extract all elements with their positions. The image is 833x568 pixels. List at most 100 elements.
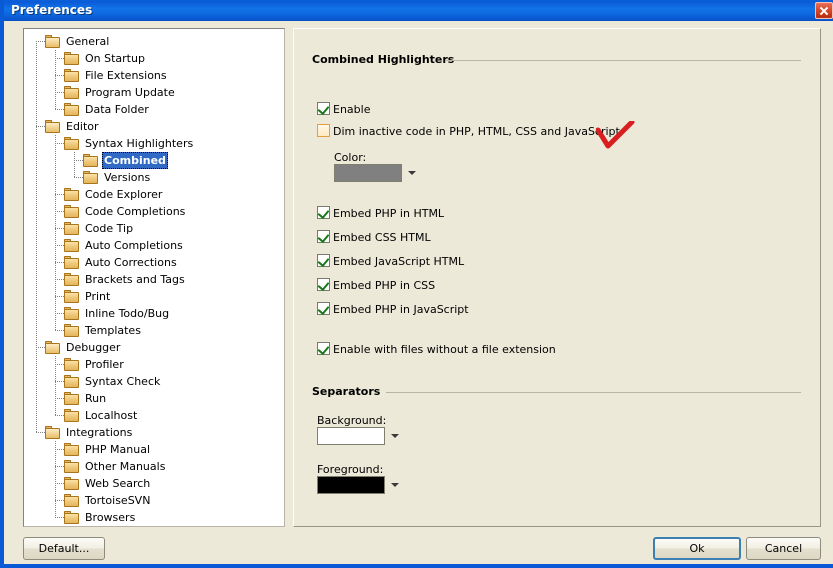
tree-item-program-update[interactable]: Program Update — [64, 84, 177, 101]
tree-item-versions[interactable]: Versions — [83, 169, 152, 186]
cancel-button[interactable]: Cancel — [746, 537, 821, 560]
tree-item-brackets-and-tags[interactable]: Brackets and Tags — [64, 271, 187, 288]
checkbox-label: Embed JavaScript HTML — [333, 255, 465, 268]
checkbox-unchecked-icon[interactable] — [317, 124, 330, 137]
default-button[interactable]: Default... — [23, 537, 105, 560]
checkbox-checked-icon[interactable] — [317, 230, 330, 244]
folder-icon — [64, 273, 80, 286]
dialog-client-area: General On Startup File Extensions Program … — [8, 21, 833, 564]
tree-item-print[interactable]: Print — [64, 288, 112, 305]
group-header-separators: Separators — [312, 385, 381, 398]
tree-item-integrations[interactable]: Integrations — [45, 424, 134, 441]
checkbox-dim-inactive-code-in-php-html-css-and-javascript[interactable]: Dim inactive code in PHP, HTML, CSS and … — [317, 124, 620, 139]
tree-item-code-tip[interactable]: Code Tip — [64, 220, 135, 237]
checkbox-label: Embed CSS HTML — [333, 231, 431, 244]
checkbox-checked-icon[interactable] — [317, 102, 330, 116]
tree-item-on-startup[interactable]: On Startup — [64, 50, 147, 67]
title-bar[interactable]: Preferences — [4, 0, 833, 21]
checkbox-embed-php-in-css[interactable]: Embed PHP in CSS — [317, 278, 435, 293]
tree-item-profiler[interactable]: Profiler — [64, 356, 126, 373]
tree-guide-line — [55, 262, 64, 263]
tree-item-other-manuals[interactable]: Other Manuals — [64, 458, 167, 475]
folder-icon — [64, 358, 80, 371]
folder-icon — [64, 409, 80, 422]
tree-guide-line — [55, 483, 64, 484]
tree-item-label: Program Update — [85, 86, 175, 99]
tree-guide-line — [36, 432, 45, 433]
color-swatch[interactable] — [317, 476, 385, 494]
color-swatch[interactable] — [317, 427, 385, 445]
tree-guide-line — [36, 41, 45, 42]
folder-icon — [64, 52, 80, 65]
chevron-down-icon[interactable] — [391, 434, 399, 438]
color-picker-background[interactable] — [317, 427, 403, 445]
checkbox-enable[interactable]: Enable — [317, 102, 370, 117]
tree-item-code-completions[interactable]: Code Completions — [64, 203, 187, 220]
tree-guide-line — [55, 228, 64, 229]
tree-item-templates[interactable]: Templates — [64, 322, 143, 339]
tree-item-localhost[interactable]: Localhost — [64, 407, 139, 424]
tree-item-label: File Extensions — [85, 69, 167, 82]
checkbox-label: Embed PHP in CSS — [333, 279, 436, 292]
preferences-tree[interactable]: General On Startup File Extensions Program … — [23, 28, 285, 527]
tree-item-auto-corrections[interactable]: Auto Corrections — [64, 254, 179, 271]
checkbox-checked-icon[interactable] — [317, 254, 330, 268]
folder-open-icon — [45, 426, 61, 439]
tree-item-label: Templates — [85, 324, 141, 337]
checkbox-enable-with-files-without-a-file-extension[interactable]: Enable with files without a file extensi… — [317, 342, 556, 357]
tree-guide-line — [55, 92, 64, 93]
tree-item-syntax-check[interactable]: Syntax Check — [64, 373, 162, 390]
checkbox-embed-php-in-html[interactable]: Embed PHP in HTML — [317, 206, 444, 221]
color-picker-color[interactable] — [334, 164, 420, 182]
checkbox-embed-php-in-javascript[interactable]: Embed PHP in JavaScript — [317, 302, 469, 317]
tree-item-editor[interactable]: Editor — [45, 118, 101, 135]
checkbox-checked-icon[interactable] — [317, 278, 330, 292]
chevron-down-icon[interactable] — [408, 171, 416, 175]
tree-item-code-explorer[interactable]: Code Explorer — [64, 186, 164, 203]
tree-item-browsers[interactable]: Browsers — [64, 509, 137, 526]
tree-guide-line — [74, 160, 83, 161]
tree-item-general[interactable]: General — [45, 33, 111, 50]
tree-item-run[interactable]: Run — [64, 390, 108, 407]
folder-icon — [64, 69, 80, 82]
checkbox-checked-icon[interactable] — [317, 302, 330, 316]
chevron-down-icon[interactable] — [391, 483, 399, 487]
tree-item-label: Versions — [104, 171, 151, 184]
tree-item-combined[interactable]: Combined — [83, 152, 168, 169]
color-swatch[interactable] — [334, 164, 402, 182]
group-rule-separators — [386, 392, 801, 393]
tree-item-label: Print — [85, 290, 111, 303]
folder-icon — [64, 392, 80, 405]
tree-item-label: Web Search — [85, 477, 151, 490]
tree-item-web-search[interactable]: Web Search — [64, 475, 152, 492]
tree-item-label: Other Manuals — [85, 460, 166, 473]
checkbox-checked-icon[interactable] — [317, 342, 330, 356]
checkbox-checked-icon[interactable] — [317, 206, 330, 220]
folder-icon — [83, 171, 99, 184]
close-icon[interactable] — [815, 2, 833, 19]
tree-guide-line — [55, 517, 64, 518]
tree-item-auto-completions[interactable]: Auto Completions — [64, 237, 185, 254]
tree-item-syntax-highlighters[interactable]: Syntax Highlighters — [64, 135, 195, 152]
tree-item-data-folder[interactable]: Data Folder — [64, 101, 151, 118]
checkbox-label: Embed PHP in JavaScript — [333, 303, 469, 316]
tree-guide-line — [55, 58, 64, 59]
tree-guide-line — [55, 313, 64, 314]
tree-item-debugger[interactable]: Debugger — [45, 339, 122, 356]
folder-icon — [64, 137, 80, 150]
folder-icon — [64, 307, 80, 320]
tree-item-php-manual[interactable]: PHP Manual — [64, 441, 152, 458]
folder-icon — [64, 460, 80, 473]
checkbox-embed-css-html[interactable]: Embed CSS HTML — [317, 230, 431, 245]
color-picker-foreground[interactable] — [317, 476, 403, 494]
checkbox-embed-javascript-html[interactable]: Embed JavaScript HTML — [317, 254, 464, 269]
folder-icon — [64, 324, 80, 337]
color-label-background: Background: — [317, 414, 387, 427]
ok-button[interactable]: Ok — [653, 537, 741, 560]
tree-item-file-extensions[interactable]: File Extensions — [64, 67, 169, 84]
tree-item-inline-todo-bug[interactable]: Inline Todo/Bug — [64, 305, 171, 322]
tree-guide-line — [74, 177, 83, 178]
tree-item-label: Code Tip — [85, 222, 134, 235]
tree-item-tortoisesvn[interactable]: TortoiseSVN — [64, 492, 152, 509]
tree-item-label: Brackets and Tags — [85, 273, 185, 286]
